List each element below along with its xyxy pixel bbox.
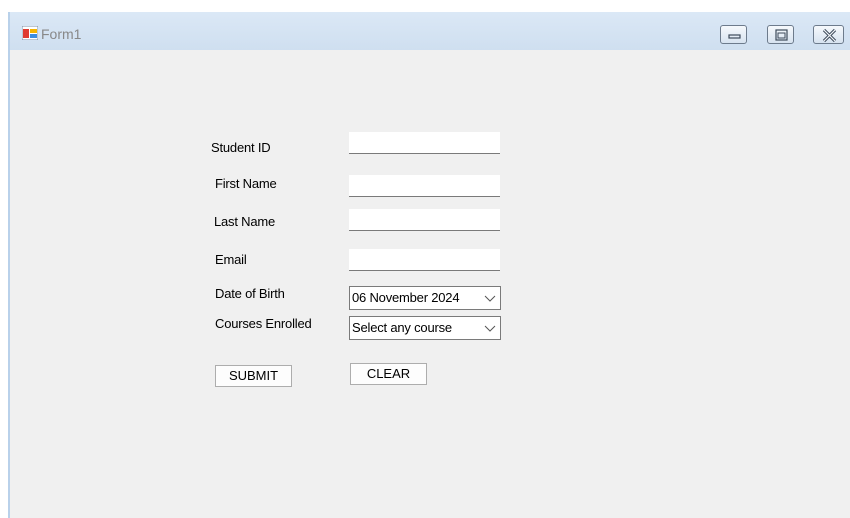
first-name-label: First Name <box>215 176 277 191</box>
date-of-birth-label: Date of Birth <box>215 286 285 301</box>
student-id-label: Student ID <box>211 140 271 155</box>
email-input[interactable] <box>349 249 500 271</box>
title-bar[interactable]: Form1 <box>10 12 850 50</box>
courses-enrolled-select[interactable]: Select any course <box>349 316 501 340</box>
form1-window: Form1 Student ID First Name Last Name Em… <box>8 12 850 518</box>
courses-enrolled-label: Courses Enrolled <box>215 316 312 331</box>
clear-button[interactable]: CLEAR <box>350 363 427 385</box>
last-name-input[interactable] <box>349 209 500 231</box>
first-name-input[interactable] <box>349 175 500 197</box>
courses-enrolled-value: Select any course <box>352 320 452 335</box>
student-id-input[interactable] <box>349 132 500 154</box>
last-name-label: Last Name <box>214 214 276 229</box>
minimize-button[interactable] <box>720 25 747 44</box>
date-of-birth-value: 06 November 2024 <box>352 290 460 305</box>
app-form-icon <box>22 26 38 40</box>
chevron-down-icon[interactable] <box>484 325 496 333</box>
email-label: Email <box>215 252 247 267</box>
maximize-button[interactable] <box>767 25 794 44</box>
close-icon <box>822 28 837 43</box>
date-of-birth-picker[interactable]: 06 November 2024 <box>349 286 501 310</box>
maximize-icon <box>775 29 788 41</box>
submit-button[interactable]: SUBMIT <box>215 365 292 387</box>
minimize-icon <box>728 34 741 39</box>
window-title: Form1 <box>41 26 82 42</box>
close-button[interactable] <box>813 25 844 44</box>
chevron-down-icon[interactable] <box>484 295 496 303</box>
